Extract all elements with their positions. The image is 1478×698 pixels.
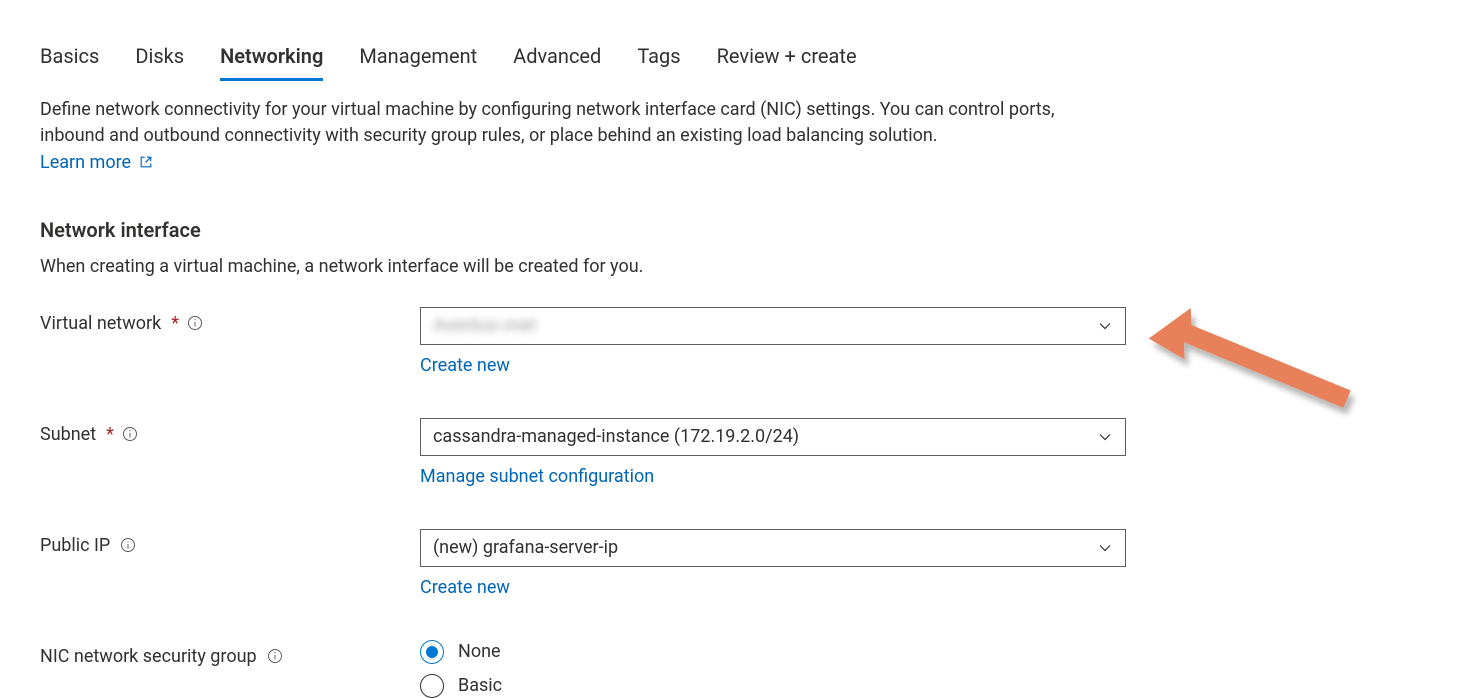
public-ip-dropdown[interactable]: (new) grafana-server-ip <box>420 529 1126 567</box>
manage-subnet-config-link[interactable]: Manage subnet configuration <box>420 466 1126 487</box>
label-nic-nsg: NIC network security group <box>40 640 420 667</box>
nsg-radio-group: None Basic <box>420 640 1126 698</box>
subnet-value: cassandra-managed-instance (172.19.2.0/2… <box>433 426 799 447</box>
nsg-radio-none[interactable]: None <box>420 640 1126 664</box>
nsg-radio-basic[interactable]: Basic <box>420 674 1126 698</box>
info-icon[interactable] <box>267 648 283 664</box>
info-icon[interactable] <box>120 537 136 553</box>
required-asterisk: * <box>171 313 179 334</box>
description-text: Define network connectivity for your vir… <box>40 99 1055 146</box>
control-public-ip: (new) grafana-server-ip Create new <box>420 529 1126 598</box>
info-icon[interactable] <box>122 426 138 442</box>
control-subnet: cassandra-managed-instance (172.19.2.0/2… <box>420 418 1126 487</box>
tab-bar: Basics Disks Networking Management Advan… <box>40 40 1438 81</box>
tab-advanced[interactable]: Advanced <box>513 40 601 81</box>
chevron-down-icon <box>1097 429 1113 445</box>
virtual-network-create-new-link[interactable]: Create new <box>420 355 1126 376</box>
tab-networking[interactable]: Networking <box>220 40 323 81</box>
public-ip-create-new-link[interactable]: Create new <box>420 577 1126 598</box>
row-public-ip: Public IP (new) grafana-server-ip Create… <box>40 529 1438 598</box>
radio-icon <box>420 674 444 698</box>
tab-tags[interactable]: Tags <box>637 40 680 81</box>
virtual-network-value: Aventus-vnet <box>433 315 537 336</box>
row-virtual-network: Virtual network * Aventus-vnet Create <box>40 307 1438 376</box>
tab-management[interactable]: Management <box>359 40 477 81</box>
public-ip-value: (new) grafana-server-ip <box>433 537 618 558</box>
label-subnet: Subnet * <box>40 418 420 445</box>
row-subnet: Subnet * cassandra-managed-instance (172… <box>40 418 1438 487</box>
required-asterisk: * <box>106 424 114 445</box>
nsg-radio-basic-label: Basic <box>458 675 502 696</box>
tab-review-create[interactable]: Review + create <box>717 40 857 81</box>
label-public-ip-text: Public IP <box>40 535 110 556</box>
control-virtual-network: Aventus-vnet Create new <box>420 307 1126 376</box>
tab-basics[interactable]: Basics <box>40 40 99 81</box>
external-link-icon <box>139 155 153 169</box>
virtual-network-dropdown[interactable]: Aventus-vnet <box>420 307 1126 345</box>
section-subtitle: When creating a virtual machine, a netwo… <box>40 256 1438 277</box>
subnet-dropdown[interactable]: cassandra-managed-instance (172.19.2.0/2… <box>420 418 1126 456</box>
label-public-ip: Public IP <box>40 529 420 556</box>
tab-disks[interactable]: Disks <box>135 40 184 81</box>
control-nic-nsg: None Basic <box>420 640 1126 698</box>
learn-more-link[interactable]: Learn more <box>40 152 153 173</box>
row-nic-nsg: NIC network security group None <box>40 640 1438 698</box>
page-root: Basics Disks Networking Management Advan… <box>0 0 1478 698</box>
info-icon[interactable] <box>187 315 203 331</box>
radio-icon <box>420 640 444 664</box>
radio-inner-icon <box>426 646 438 658</box>
section-title-network-interface: Network interface <box>40 218 1438 242</box>
label-virtual-network: Virtual network * <box>40 307 420 334</box>
chevron-down-icon <box>1097 540 1113 556</box>
learn-more-label: Learn more <box>40 152 131 173</box>
label-virtual-network-text: Virtual network <box>40 313 161 334</box>
label-subnet-text: Subnet <box>40 424 96 445</box>
chevron-down-icon <box>1097 318 1113 334</box>
tab-description: Define network connectivity for your vir… <box>40 97 1100 176</box>
nsg-radio-none-label: None <box>458 641 501 662</box>
